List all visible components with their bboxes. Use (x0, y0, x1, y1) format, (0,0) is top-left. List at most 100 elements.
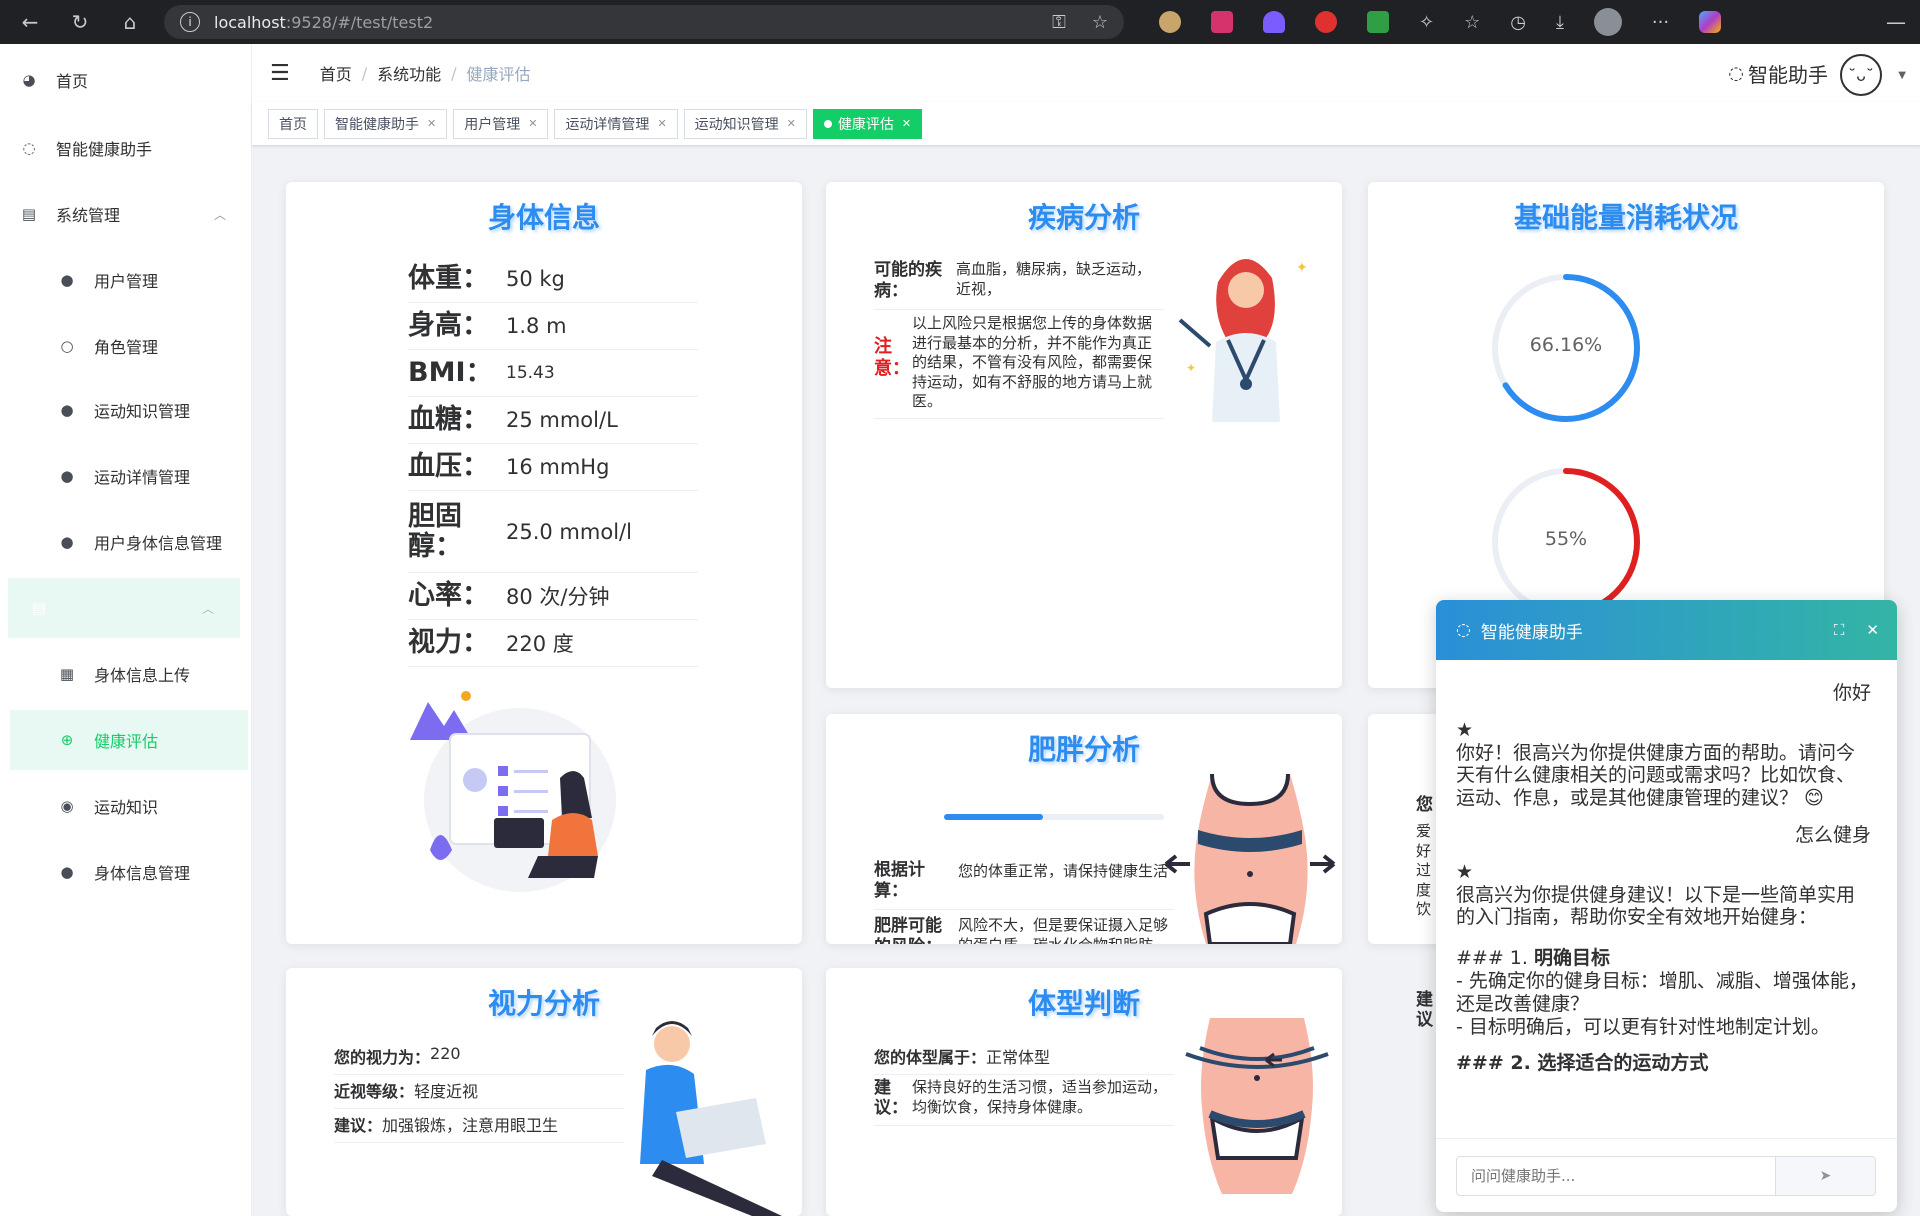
site-info-icon[interactable]: i (180, 12, 200, 32)
chevron-up-icon: ︿ (201, 601, 214, 616)
note-label: 注意： (874, 336, 910, 379)
breadcrumb-item[interactable]: 首页 (320, 61, 352, 85)
breadcrumb-separator: / (451, 63, 457, 83)
bot-section-heading: ### 1. 明确目标 (1456, 947, 1871, 970)
heading-prefix: ### 1. (1456, 947, 1534, 970)
info-label: 血压： (408, 451, 489, 483)
info-row-blood-sugar: 血糖： 25 mmol/L (408, 397, 698, 444)
tag-health-assistant[interactable]: 智能健康助手 ✕ (324, 108, 448, 139)
document-icon: ▦ (59, 665, 75, 683)
info-row-bmi: BMI： 15.43 (408, 350, 698, 397)
card-title: 肥胖分析 (1027, 733, 1140, 766)
extension-icon[interactable] (1159, 11, 1181, 33)
info-value: 50 kg (506, 267, 565, 291)
active-dot (823, 119, 832, 128)
body-type-row: 您的体型属于： 正常体型 (874, 1044, 1174, 1075)
sidebar-item-user-body-info-management[interactable]: ● 用户身体信息管理 (0, 512, 252, 572)
user-message: 怎么健身 (1794, 823, 1871, 846)
breadcrumb-item[interactable]: 系统功能 (377, 61, 441, 85)
close-icon[interactable]: ✕ (1866, 621, 1879, 639)
tag-home[interactable]: 首页 (268, 108, 318, 139)
history-icon[interactable]: ◷ (1510, 12, 1526, 33)
extension-icon[interactable] (1367, 11, 1389, 33)
sidebar-item-health-assessment[interactable]: ⊕ 健康评估 (10, 710, 248, 770)
chat-title: 智能健康助手 (1480, 622, 1583, 643)
close-icon[interactable]: ✕ (902, 117, 911, 130)
extension-icon[interactable] (1211, 11, 1233, 33)
close-icon[interactable]: ✕ (787, 117, 796, 130)
hidden-card-text: 您 (1416, 795, 1433, 815)
sidebar-group-system-management[interactable]: ▤ 系统管理 ︿ (0, 184, 252, 244)
close-icon[interactable]: ✕ (427, 117, 436, 130)
close-icon[interactable]: ✕ (528, 117, 537, 130)
possible-disease-label: 可能的疾病： (874, 260, 942, 302)
url-host: localhost (214, 12, 286, 32)
tag-label: 运动详情管理 (565, 116, 650, 133)
key-icon[interactable]: ⚿ (1052, 12, 1066, 33)
myopia-row: 近视等级： 轻度近视 (334, 1078, 624, 1109)
sidebar-item-label: 身体信息上传 (94, 666, 191, 685)
tag-label: 运动知识管理 (694, 116, 779, 133)
heading-title: 明确目标 (1533, 947, 1610, 970)
sidebar-group-system-functions[interactable]: ▤ ︿ (8, 578, 240, 638)
info-row-heart-rate: 心率： 80 次/分钟 (408, 573, 698, 620)
sidebar-item-health-assistant[interactable]: ◌ 智能健康助手 (0, 118, 252, 178)
sidebar-item-body-info-management[interactable]: ● 身体信息管理 (0, 842, 252, 902)
sidebar-item-role-management[interactable]: ○ 角色管理 (0, 316, 252, 376)
sidebar-item-exercise-knowledge[interactable]: ◉ 运动知识 (0, 776, 252, 836)
favorites-icon[interactable]: ☆ (1464, 12, 1480, 33)
copilot-icon[interactable] (1699, 11, 1722, 33)
gauge-value: 55% (1544, 528, 1588, 550)
address-bar[interactable]: i localhost :9528/#/test/test2 ⚿ ☆ (164, 5, 1124, 39)
card-title: 体型判断 (1027, 987, 1140, 1020)
send-button[interactable]: ➤ (1776, 1155, 1876, 1196)
body-info-list: 体重： 50 kg 身高： 1.8 m BMI： 15.43 血糖： 25 mmol/L… (408, 256, 698, 667)
extension-icon[interactable] (1263, 11, 1285, 33)
user-message: 你好 (1832, 682, 1871, 704)
sidebar-item-exercise-detail-management[interactable]: ● 运动详情管理 (0, 446, 252, 506)
avatar[interactable]: ˘ᴗ˘ (1840, 54, 1882, 96)
back-icon[interactable]: ← (14, 6, 46, 38)
home-icon[interactable]: ⌂ (114, 6, 146, 38)
bookmark-star-icon[interactable]: ☆ (1092, 12, 1108, 33)
extension-icon[interactable] (1315, 11, 1337, 33)
user-icon: ● (60, 271, 74, 289)
hidden-card-text: 建议 (1416, 990, 1433, 1031)
download-icon[interactable]: ⤓ (1556, 12, 1564, 33)
info-row-height: 身高： 1.8 m (408, 303, 698, 350)
info-label: 胆固醇： (408, 500, 462, 562)
reload-icon[interactable]: ↻ (64, 6, 96, 38)
expand-icon[interactable]: ⛶ (1834, 621, 1845, 639)
vision-advice-label: 建议： (334, 1116, 383, 1135)
sidebar-item-exercise-knowledge-management[interactable]: ● 运动知识管理 (0, 380, 252, 440)
vision-advice-row: 建议： 加强锻炼，注意用眼卫生 (334, 1112, 624, 1143)
tag-exercise-detail-management[interactable]: 运动详情管理 ✕ (554, 108, 678, 139)
hamburger-icon[interactable]: ☰ (270, 61, 290, 86)
bot-star-icon: ★ (1456, 860, 1474, 883)
extensions-row: ✧ ☆ ◷ ⤓ ··· (1144, 8, 1736, 36)
sidebar-item-user-management[interactable]: ● 用户管理 (0, 250, 252, 310)
bot-message: ★ 很高兴为你提供健身建议！以下是一些简单实用的入门指南，帮助你安全有效地开始健… (1456, 861, 1871, 1075)
obesity-progress-bar (944, 814, 1164, 820)
more-icon[interactable]: ··· (1652, 12, 1669, 33)
tag-label: 首页 (279, 116, 307, 133)
assistant-link[interactable]: ◌ 智能助手 (1728, 59, 1828, 88)
sidebar-item-body-info-upload[interactable]: ▦ 身体信息上传 (0, 644, 252, 704)
puzzle-icon[interactable]: ✧ (1419, 12, 1434, 33)
profile-avatar[interactable] (1593, 8, 1622, 36)
send-icon: ➤ (1819, 1167, 1832, 1184)
tag-health-assessment[interactable]: 健康评估 ✕ (812, 108, 923, 139)
card-title: 视力分析 (487, 987, 600, 1020)
minimize-icon[interactable]: — (1886, 10, 1906, 34)
note-value: 以上风险只是根据您上传的身体数据进行最基本的分析，并不能作为真正的结果，不管有没… (912, 314, 1153, 410)
tag-user-management[interactable]: 用户管理 ✕ (453, 108, 549, 139)
caret-down-icon[interactable]: ▼ (1898, 70, 1906, 81)
tag-exercise-knowledge-management[interactable]: 运动知识管理 ✕ (683, 108, 807, 139)
close-icon[interactable]: ✕ (657, 117, 666, 130)
chat-input[interactable] (1456, 1155, 1776, 1196)
hidden-card-text: 爱好过度饮 (1416, 822, 1432, 918)
vision-row: 您的视力为： 220 (334, 1044, 624, 1075)
chat-footer: ➤ (1436, 1138, 1897, 1212)
sidebar-item-home[interactable]: ◕ 首页 (0, 50, 252, 110)
sidebar-item-label: 智能健康助手 (56, 140, 153, 159)
